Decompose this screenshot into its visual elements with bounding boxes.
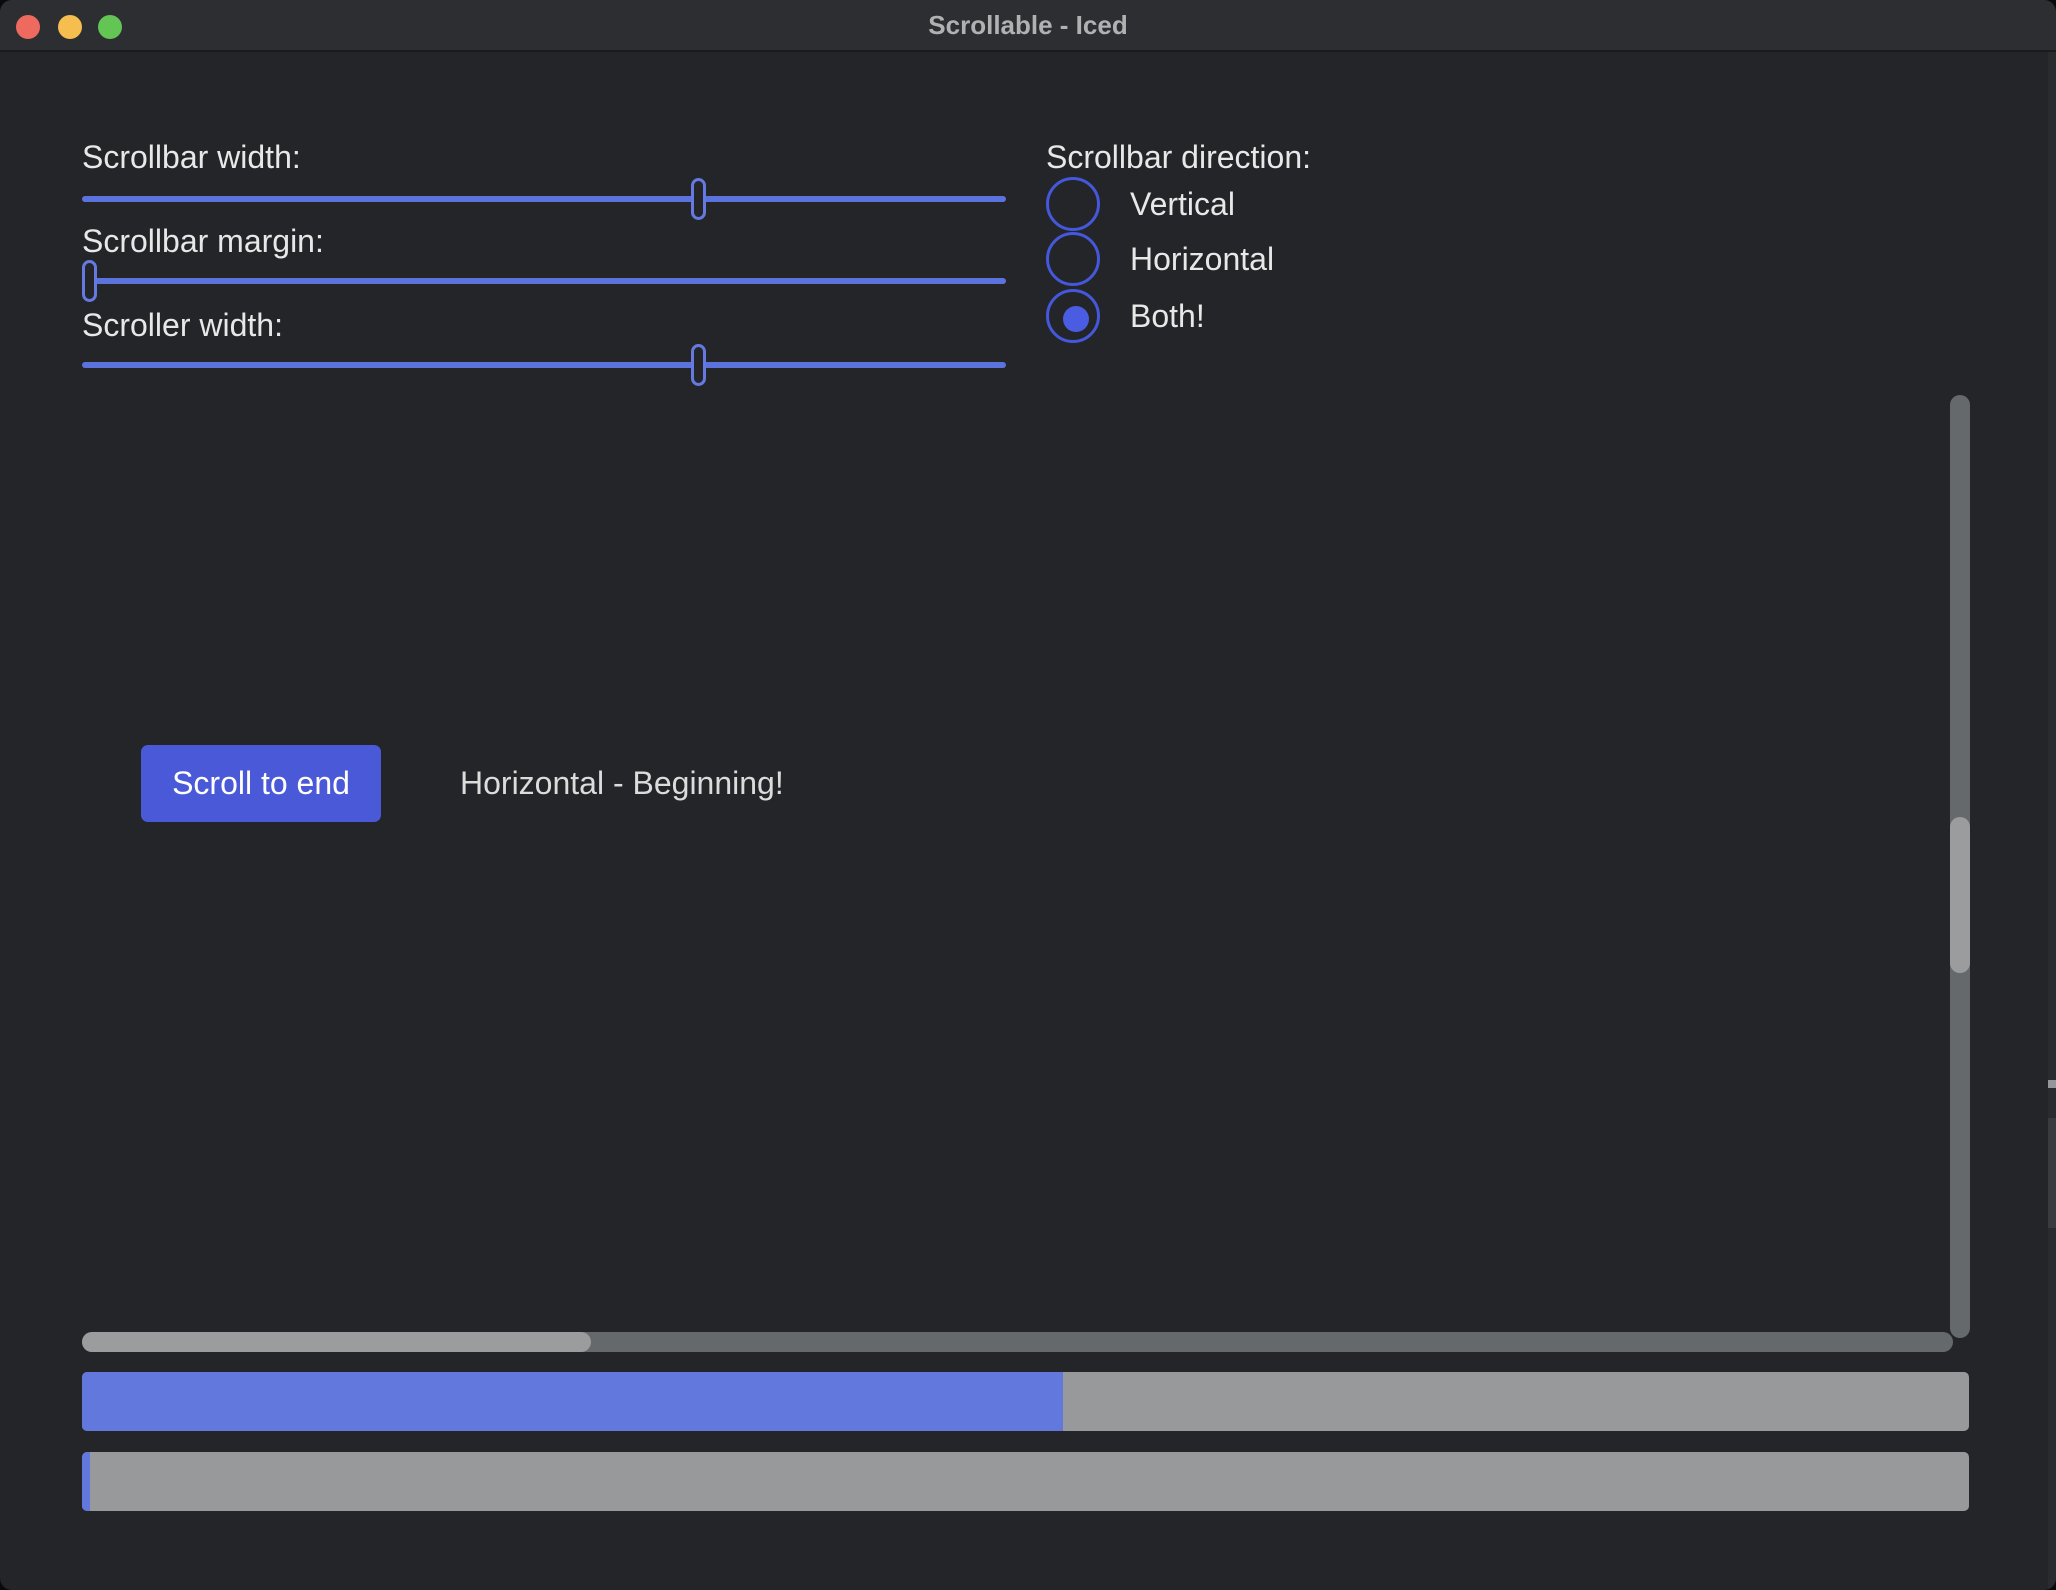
window-title: Scrollable - Iced <box>0 0 2056 50</box>
scrollbar-margin-slider[interactable] <box>82 260 1006 302</box>
scrollbar-width-slider[interactable] <box>82 178 1006 220</box>
horizontal-scrollbar-track[interactable] <box>82 1332 1953 1352</box>
scroller-width-label: Scroller width: <box>82 303 283 347</box>
vertical-scrollbar-track[interactable] <box>1950 395 1970 1338</box>
slider-track[interactable] <box>82 196 1006 202</box>
title-bar: Scrollable - Iced <box>0 0 2056 52</box>
slider-handle[interactable] <box>691 178 706 220</box>
progress-fill <box>82 1372 1063 1431</box>
horizontal-scroll-progress-bar <box>82 1452 1969 1511</box>
scroller-width-slider[interactable] <box>82 344 1006 386</box>
app-window: Scrollable - Iced Scrollbar width: Scrol… <box>0 0 2056 1590</box>
radio-circle-icon[interactable] <box>1046 232 1100 286</box>
scroll-to-end-button[interactable]: Scroll to end <box>141 745 381 822</box>
horizontal-scrollbar-thumb[interactable] <box>82 1332 591 1352</box>
slider-handle[interactable] <box>82 260 97 302</box>
scrollbar-margin-label: Scrollbar margin: <box>82 219 324 263</box>
slider-handle[interactable] <box>691 344 706 386</box>
radio-both-label: Both! <box>1130 294 1205 338</box>
vertical-scrollbar-thumb[interactable] <box>1950 817 1970 973</box>
slider-track[interactable] <box>82 278 1006 284</box>
radio-vertical-label: Vertical <box>1130 182 1235 226</box>
rail-thumb[interactable] <box>2048 1118 2056 1228</box>
scrollbar-width-label: Scrollbar width: <box>82 135 301 179</box>
window-scrollbar-rail[interactable] <box>2048 52 2056 1590</box>
scroll-status-text: Horizontal - Beginning! <box>460 761 784 805</box>
progress-fill <box>82 1452 90 1511</box>
radio-horizontal-label: Horizontal <box>1130 237 1274 281</box>
radio-circle-icon[interactable] <box>1046 177 1100 231</box>
radio-dot-icon <box>1063 306 1089 332</box>
rail-mark <box>2048 1080 2056 1088</box>
scrollbar-direction-label: Scrollbar direction: <box>1046 135 1311 179</box>
radio-circle-icon[interactable] <box>1046 289 1100 343</box>
slider-track[interactable] <box>82 362 1006 368</box>
vertical-scroll-progress-bar <box>82 1372 1969 1431</box>
